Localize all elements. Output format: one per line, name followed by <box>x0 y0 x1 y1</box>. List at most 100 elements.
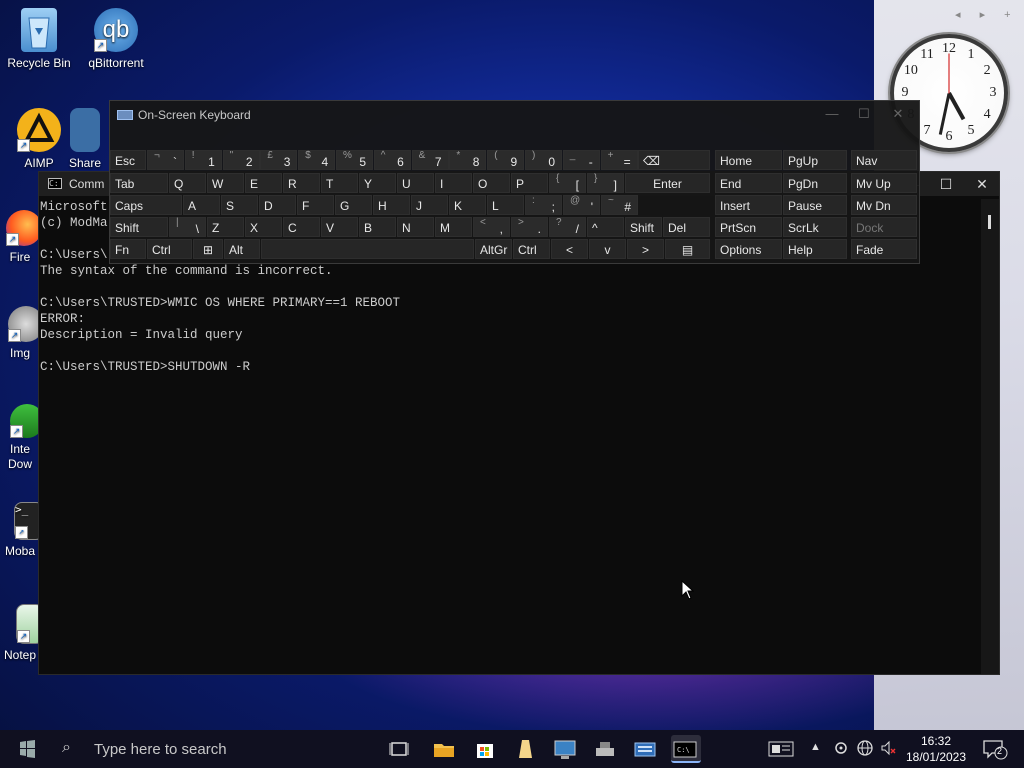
key-mv-up[interactable]: Mv Up <box>851 173 917 193</box>
news-widget-icon[interactable] <box>768 739 794 762</box>
key-bracket[interactable]: }] <box>587 173 624 193</box>
key-backslash[interactable]: | \ <box>169 217 206 237</box>
desktop-icon-mobaxterm[interactable]: >_ ↗ Moba <box>0 502 40 559</box>
key-insert[interactable]: Insert <box>715 195 782 215</box>
key-help[interactable]: Help <box>783 239 847 259</box>
key-backspace[interactable]: ⌫ <box>638 150 710 170</box>
key-letter-d[interactable]: D <box>259 195 296 215</box>
desktop-icon-sharex[interactable]: Share <box>62 108 108 171</box>
osk-close-button[interactable]: ✕ <box>883 104 913 124</box>
desktop-icon-recycle-bin[interactable]: Recycle Bin <box>1 8 77 71</box>
key-end[interactable]: End <box>715 173 782 193</box>
key-letter-y[interactable]: Y <box>359 173 396 193</box>
key-symbol[interactable]: ~ # <box>601 195 638 215</box>
notification-center-icon[interactable]: 2 <box>982 738 1008 763</box>
key-digit[interactable]: $4 <box>298 150 336 170</box>
key-letter-r[interactable]: R <box>283 173 320 193</box>
network-tool-icon[interactable] <box>591 735 619 763</box>
key-mv-dn[interactable]: Mv Dn <box>851 195 917 215</box>
key-letter-e[interactable]: E <box>245 173 282 193</box>
on-screen-keyboard-window[interactable]: On-Screen Keyboard — ☐ ✕ Esc ¬ `! 1 " 2 £3 $4% 5… <box>109 100 920 264</box>
console-scrollbar[interactable] <box>981 199 999 674</box>
key-arrow-up[interactable]: ^ <box>587 217 624 237</box>
key-letter-z[interactable]: Z <box>207 217 244 237</box>
key-letter-n[interactable]: N <box>397 217 434 237</box>
key-letter-t[interactable]: T <box>321 173 358 193</box>
key-shift-left[interactable]: Shift <box>110 217 168 237</box>
key-digit[interactable]: + = <box>600 150 638 170</box>
key-tab[interactable]: Tab <box>110 173 168 193</box>
command-prompt-taskbar-icon[interactable]: C:\ <box>671 735 701 763</box>
volume-muted-icon[interactable] <box>879 739 897 760</box>
key-letter-h[interactable]: H <box>373 195 410 215</box>
key-digit[interactable]: ^ 6 <box>373 150 411 170</box>
key-arrow-right[interactable]: > <box>627 239 664 259</box>
key-fn[interactable]: Fn <box>110 239 146 259</box>
key-letter-l[interactable]: L <box>487 195 524 215</box>
key-bracket[interactable]: {[ <box>549 173 586 193</box>
key-digit[interactable]: ¬ ` <box>147 150 184 170</box>
remote-desktop-icon[interactable] <box>551 735 579 763</box>
key-digit[interactable]: & 7 <box>411 150 449 170</box>
key-caps-lock[interactable]: Caps <box>110 195 182 215</box>
key-letter-u[interactable]: U <box>397 173 434 193</box>
key-home[interactable]: Home <box>715 150 782 170</box>
osk-maximize-button[interactable]: ☐ <box>849 104 879 124</box>
key-pgup[interactable]: PgUp <box>783 150 847 170</box>
key-letter-i[interactable]: I <box>435 173 472 193</box>
key-options[interactable]: Options <box>715 239 782 259</box>
key-digit[interactable]: (9 <box>487 150 525 170</box>
key-arrow-left[interactable]: < <box>551 239 588 259</box>
key-digit[interactable]: % 5 <box>336 150 373 170</box>
key-letter-x[interactable]: X <box>245 217 282 237</box>
start-button[interactable] <box>16 738 40 760</box>
gadget-nav-controls[interactable]: ◂ ▸ + <box>955 8 1019 21</box>
desktop-icon-idm[interactable]: ↗ Inte Dow <box>0 404 40 472</box>
osk-minimize-button[interactable]: — <box>817 104 847 124</box>
key-pgdn[interactable]: PgDn <box>783 173 847 193</box>
microsoft-store-icon[interactable] <box>471 735 499 763</box>
key-digit[interactable]: ) 0 <box>525 150 562 170</box>
key-ctrl-left[interactable]: Ctrl <box>147 239 192 259</box>
key-letter-f[interactable]: F <box>297 195 334 215</box>
key-digit[interactable]: _ - <box>562 150 600 170</box>
key-letter-q[interactable]: Q <box>169 173 206 193</box>
desktop-icon-notepad[interactable]: ↗ Notep <box>0 604 40 663</box>
key-letter-w[interactable]: W <box>207 173 244 193</box>
key-shift-right[interactable]: Shift <box>625 217 662 237</box>
key-letter-o[interactable]: O <box>473 173 510 193</box>
key-digit[interactable]: ! 1 <box>184 150 222 170</box>
close-button[interactable]: ✕ <box>965 172 999 196</box>
key-spacebar[interactable] <box>261 239 474 259</box>
key-letter-s[interactable]: S <box>221 195 258 215</box>
key-nav[interactable]: Nav <box>851 150 917 170</box>
key-fade[interactable]: Fade <box>851 239 917 259</box>
key-symbol[interactable]: ? / <box>549 217 586 237</box>
console-output[interactable]: Microsoft (c) ModMa C:\Users\ The syntax of… <box>40 199 979 674</box>
key-letter-j[interactable]: J <box>411 195 448 215</box>
key-symbol[interactable]: >. <box>511 217 548 237</box>
maximize-button[interactable]: ☐ <box>929 172 963 196</box>
key-letter-v[interactable]: V <box>321 217 358 237</box>
key-letter-p[interactable]: P <box>511 173 548 193</box>
key-letter-c[interactable]: C <box>283 217 320 237</box>
key-esc[interactable]: Esc <box>110 150 146 170</box>
taskbar-clock[interactable]: 16:32 18/01/2023 <box>905 733 967 765</box>
key-prtscn[interactable]: PrtScn <box>715 217 782 237</box>
media-app-icon[interactable] <box>511 735 539 763</box>
key-digit[interactable]: * 8 <box>449 150 487 170</box>
key-digit[interactable]: " 2 <box>222 150 260 170</box>
osk-titlebar[interactable]: On-Screen Keyboard — ☐ ✕ <box>110 101 919 127</box>
network-globe-icon[interactable] <box>856 739 874 760</box>
meet-now-icon[interactable] <box>833 739 849 760</box>
key-altgr[interactable]: AltGr <box>475 239 512 259</box>
key-delete[interactable]: Del <box>663 217 710 237</box>
scrollbar-thumb[interactable] <box>988 215 991 229</box>
key-dock[interactable]: Dock <box>851 217 917 237</box>
key-letter-a[interactable]: A <box>183 195 220 215</box>
key-digit[interactable]: £3 <box>260 150 298 170</box>
windows-key-icon[interactable]: ⊞ <box>193 239 223 259</box>
key-symbol[interactable]: @ ' <box>563 195 600 215</box>
key-menu[interactable]: ▤ <box>665 239 710 259</box>
task-view-icon[interactable] <box>385 735 413 763</box>
